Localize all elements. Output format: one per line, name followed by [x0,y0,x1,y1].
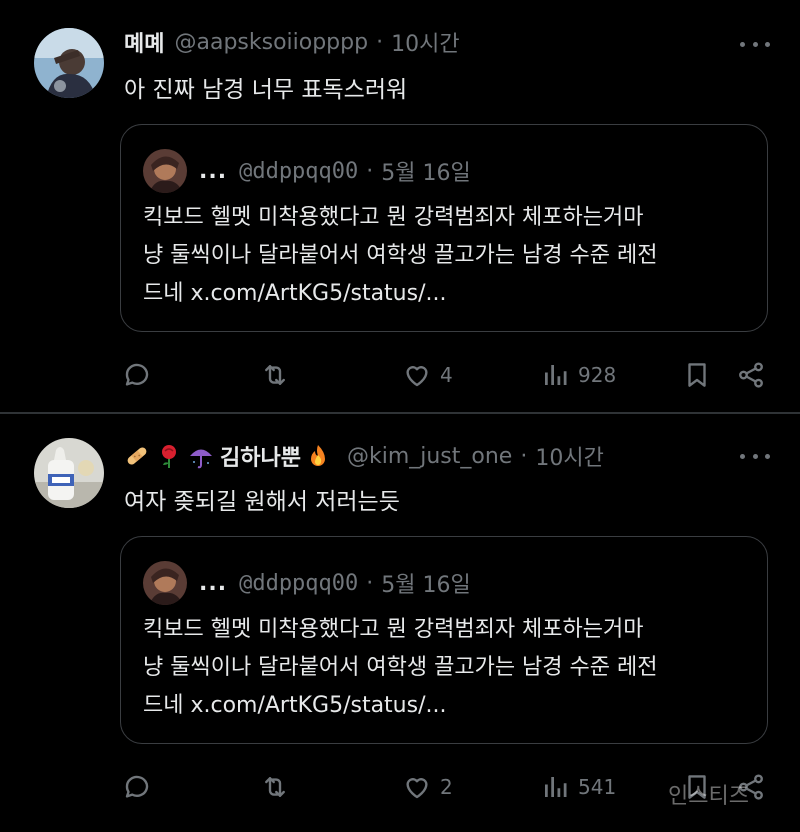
share-icon [739,362,763,388]
separator-dot: · [366,570,374,596]
fire-emoji [305,443,331,469]
repost-button[interactable] [260,770,290,804]
post-text: 아 진짜 남경 너무 표독스러워 [124,77,408,103]
like-button[interactable]: 4 [402,358,453,392]
like-count: 4 [440,363,453,387]
avatar[interactable] [34,28,104,98]
post-time[interactable]: 10시간 [535,440,603,472]
quoted-text-line: 킥보드 헬멧 미착용했다고 뭔 강력범죄자 체포하는거마 [143,617,644,642]
display-name[interactable]: 김하나뿐 [220,440,301,472]
share-button[interactable] [736,358,766,392]
view-count: 541 [578,775,617,799]
views-icon [545,777,567,797]
quoted-header: ... @ddppqq00 · 5월 16일 [199,155,471,187]
more-options-icon[interactable] [740,444,770,468]
bookmark-button[interactable] [682,358,712,392]
bandage-emoji [124,443,150,469]
view-count: 928 [578,363,617,387]
quoted-post[interactable]: ... @ddppqq00 · 5월 16일 킥보드 헬멧 미착용했다고 뭔 강… [120,536,768,744]
post-separator [0,412,800,414]
post-1[interactable]: 몌몌 @aapsksoiiopppp · 10시간 아 진짜 남경 너무 표독스… [0,0,800,412]
quoted-display-name: ... [199,570,228,596]
quoted-text-line[interactable]: 드네 x.com/ArtKG5/status/... [143,687,753,725]
user-handle[interactable]: @aapsksoiiopppp [174,30,368,55]
more-options-icon[interactable] [740,32,770,56]
post-2[interactable]: 김하나뿐 @kim_just_one · 10시간 여자 좆되길 원해서 저러는… [0,416,800,832]
repost-icon [265,365,285,385]
umbrella-emoji [188,443,214,469]
quoted-text: 킥보드 헬멧 미착용했다고 뭔 강력범죄자 체포하는거마 냥 둘씩이나 달라붙어… [143,611,753,725]
quoted-date: 5월 16일 [381,161,471,186]
post-header: 몌몌 @aapsksoiiopppp · 10시간 [124,26,460,58]
rose-emoji [156,443,182,469]
user-handle[interactable]: @kim_just_one [347,444,512,469]
quoted-text-line: 킥보드 헬멧 미착용했다고 뭔 강력범죄자 체포하는거마 [143,205,644,230]
separator-dot: · [366,158,374,184]
repost-button[interactable] [260,358,290,392]
quoted-post[interactable]: ... @ddppqq00 · 5월 16일 킥보드 헬멧 미착용했다고 뭔 강… [120,124,768,332]
post-text: 여자 좆되길 원해서 저러는듯 [124,489,400,515]
views-button[interactable]: 928 [540,358,616,392]
quoted-date: 5월 16일 [381,573,471,598]
heart-icon [406,366,428,387]
avatar[interactable] [34,438,104,508]
quoted-text-line[interactable]: 드네 x.com/ArtKG5/status/... [143,275,753,313]
quoted-text-line: 냥 둘씩이나 달라붙어서 여학생 끌고가는 남경 수준 레전 [143,243,658,268]
reply-icon [125,775,149,798]
action-bar: 4 928 [122,358,772,392]
quoted-handle: @ddppqq00 [239,570,359,596]
quoted-header: ... @ddppqq00 · 5월 16일 [199,567,471,599]
heart-icon [406,778,428,799]
views-icon [545,365,567,385]
reply-button[interactable] [122,770,152,804]
quoted-handle: @ddppqq00 [239,158,359,184]
post-time[interactable]: 10시간 [391,26,459,58]
display-name[interactable]: 몌몌 [124,26,164,58]
views-button[interactable]: 541 [540,770,616,804]
separator-dot: · [520,443,528,469]
post-header: 김하나뿐 @kim_just_one · 10시간 [124,440,604,472]
watermark: 인스티즈 [668,784,749,809]
like-count: 2 [440,775,453,799]
separator-dot: · [376,29,384,55]
repost-icon [265,777,285,797]
quoted-avatar [143,149,187,193]
quoted-text-line: 냥 둘씩이나 달라붙어서 여학생 끌고가는 남경 수준 레전 [143,655,658,680]
quoted-avatar [143,561,187,605]
bookmark-icon [688,363,706,387]
quoted-display-name: ... [199,158,228,184]
quoted-text: 킥보드 헬멧 미착용했다고 뭔 강력범죄자 체포하는거마 냥 둘씩이나 달라붙어… [143,199,753,313]
like-button[interactable]: 2 [402,770,453,804]
reply-button[interactable] [122,358,152,392]
reply-icon [125,363,149,386]
